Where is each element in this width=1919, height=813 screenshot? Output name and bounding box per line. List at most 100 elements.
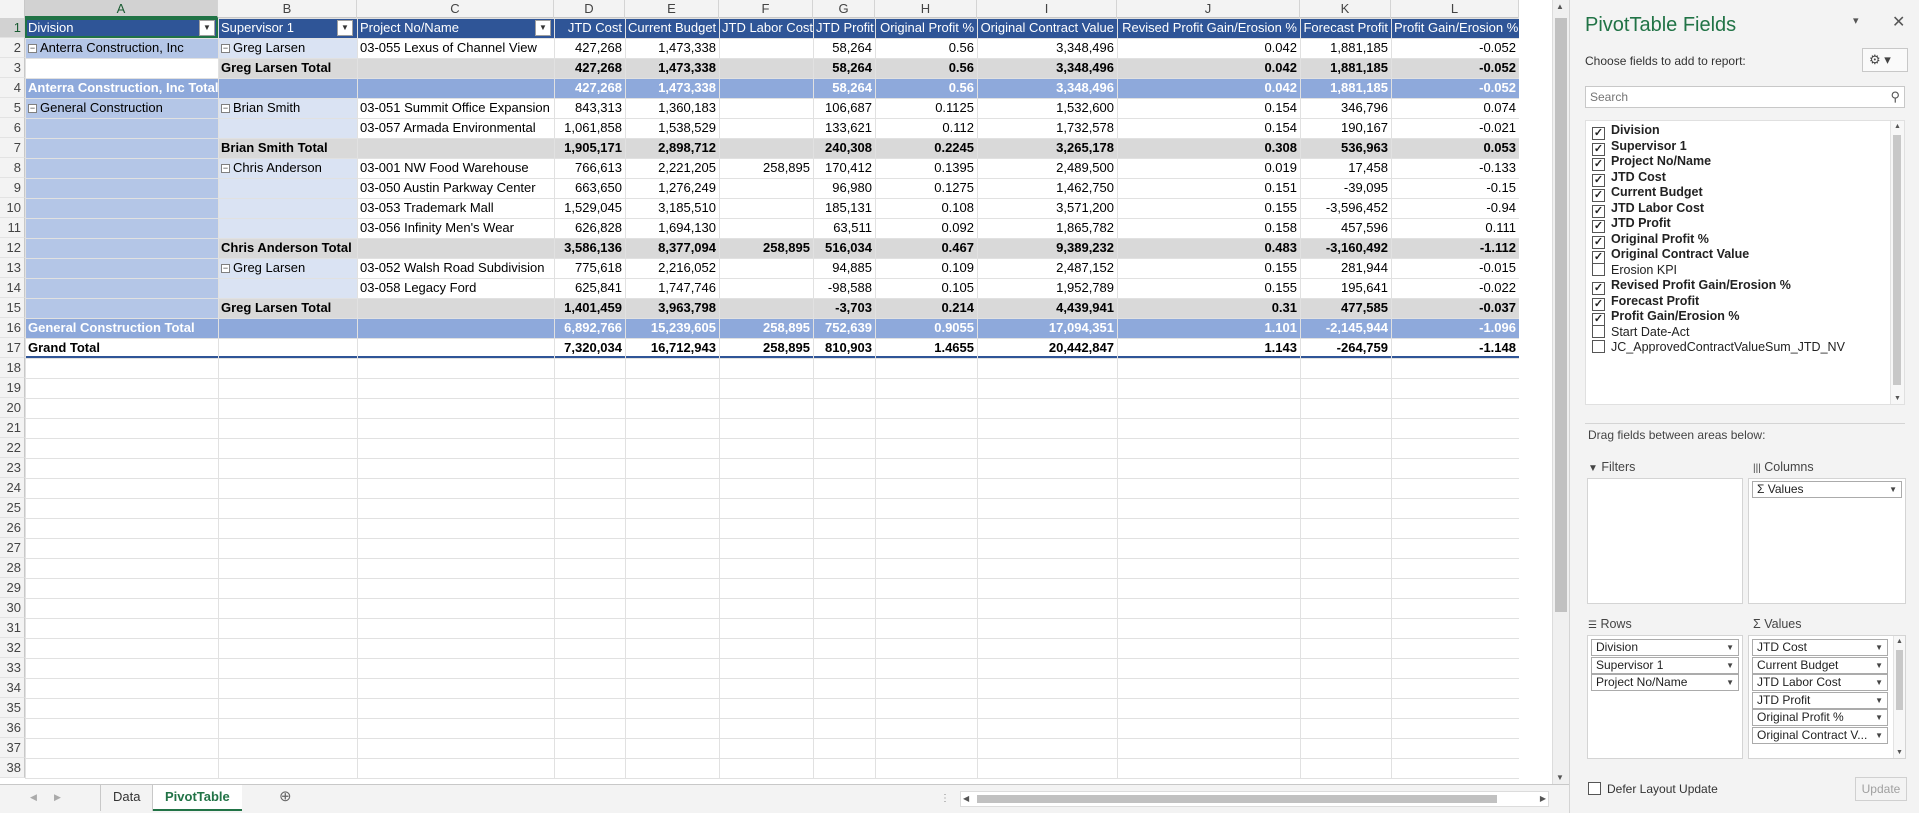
column-header-h[interactable]: H xyxy=(875,0,977,18)
row-header-36[interactable]: 36 xyxy=(0,718,25,738)
spreadsheet-grid[interactable]: ABCDEFGHIJKL Division Supervisor 1 Project… xyxy=(0,0,1519,784)
split-handle-icon[interactable]: ⋮ xyxy=(940,793,950,804)
field-search-box[interactable]: ⚲ xyxy=(1585,86,1905,108)
collapse-toggle-icon[interactable]: − xyxy=(221,264,230,274)
row-header-27[interactable]: 27 xyxy=(0,538,25,558)
pane-options-chevron-icon[interactable]: ▾ xyxy=(1853,14,1859,27)
values-scroll-up-icon[interactable]: ▲ xyxy=(1896,638,1903,645)
chevron-down-icon[interactable]: ▼ xyxy=(1726,658,1734,673)
chevron-down-icon[interactable]: ▼ xyxy=(1875,675,1883,690)
values-scroll-thumb[interactable] xyxy=(1896,650,1903,710)
values-drop-area[interactable]: JTD Cost ▼ Current Budget ▼ JTD Labor Cost ▼ J… xyxy=(1748,635,1906,759)
scrollbar-thumb[interactable] xyxy=(1555,18,1567,612)
filter-dropdown-icon[interactable]: ▼ xyxy=(199,20,215,36)
chevron-down-icon[interactable]: ▼ xyxy=(1889,482,1897,497)
horizontal-scrollbar[interactable]: ◀ ▶ xyxy=(960,791,1549,807)
scroll-down-arrow-icon[interactable]: ▼ xyxy=(1556,773,1564,782)
row-header-8[interactable]: 8 xyxy=(0,158,25,178)
columns-drop-area[interactable]: Σ Values ▼ xyxy=(1748,478,1906,604)
column-header-g[interactable]: G xyxy=(813,0,875,18)
header-orig-profit-pct[interactable]: Original Profit % xyxy=(875,18,977,38)
row-header-28[interactable]: 28 xyxy=(0,558,25,578)
header-forecast-profit[interactable]: Forecast Profit xyxy=(1300,18,1391,38)
unchecked-checkbox-icon[interactable] xyxy=(1592,262,1605,276)
row-header-34[interactable]: 34 xyxy=(0,678,25,698)
row-header-17[interactable]: 17 xyxy=(0,338,25,358)
values-scroll-down-icon[interactable]: ▼ xyxy=(1896,749,1903,756)
defer-layout-update-checkbox[interactable]: Defer Layout Update xyxy=(1588,782,1718,796)
columns-values-chip[interactable]: Σ Values ▼ xyxy=(1752,481,1902,498)
field-list-scrollbar[interactable]: ▲ ▼ xyxy=(1890,121,1904,404)
next-sheet-arrow-icon[interactable]: ▶ xyxy=(42,785,73,811)
header-project[interactable]: Project No/Name xyxy=(357,18,554,38)
field-search-input[interactable] xyxy=(1590,88,1870,106)
row-header-12[interactable]: 12 xyxy=(0,238,25,258)
column-header-b[interactable]: B xyxy=(218,0,357,18)
column-header-j[interactable]: J xyxy=(1117,0,1300,18)
header-orig-contract[interactable]: Original Contract Value xyxy=(977,18,1117,38)
collapse-toggle-icon[interactable]: − xyxy=(221,44,230,54)
header-jtd-profit[interactable]: JTD Profit xyxy=(813,18,875,38)
values-chip-current-budget[interactable]: Current Budget ▼ xyxy=(1752,656,1888,674)
row-header-4[interactable]: 4 xyxy=(0,78,25,98)
search-icon[interactable]: ⚲ xyxy=(1890,89,1900,105)
chevron-down-icon[interactable]: ▼ xyxy=(1875,658,1883,673)
values-chip-original-profit-[interactable]: Original Profit % ▼ xyxy=(1752,709,1888,726)
row-header-21[interactable]: 21 xyxy=(0,418,25,438)
tab-data[interactable]: Data xyxy=(100,785,154,811)
field-scroll-up-icon[interactable]: ▲ xyxy=(1894,123,1901,130)
row-header-37[interactable]: 37 xyxy=(0,738,25,758)
row-header-1[interactable]: 1 xyxy=(0,18,25,38)
column-header-d[interactable]: D xyxy=(554,0,625,18)
row-header-22[interactable]: 22 xyxy=(0,438,25,458)
row-header-11[interactable]: 11 xyxy=(0,218,25,238)
row-header-15[interactable]: 15 xyxy=(0,298,25,318)
row-header-29[interactable]: 29 xyxy=(0,578,25,598)
close-icon[interactable]: ✕ xyxy=(1892,12,1905,32)
scroll-right-arrow-icon[interactable]: ▶ xyxy=(1540,794,1546,803)
column-header-c[interactable]: C xyxy=(357,0,554,18)
header-jtd-labor[interactable]: JTD Labor Cost xyxy=(719,18,813,38)
unchecked-checkbox-icon[interactable] xyxy=(1592,340,1605,353)
column-header-l[interactable]: L xyxy=(1391,0,1519,18)
field-scroll-thumb[interactable] xyxy=(1893,135,1901,385)
filters-drop-area[interactable] xyxy=(1587,478,1743,604)
values-chip-jtd-cost[interactable]: JTD Cost ▼ xyxy=(1752,639,1888,656)
column-header-i[interactable]: I xyxy=(977,0,1117,18)
column-header-a[interactable]: A xyxy=(25,0,218,18)
collapse-toggle-icon[interactable]: − xyxy=(28,44,37,54)
row-header-23[interactable]: 23 xyxy=(0,458,25,478)
chevron-down-icon[interactable]: ▼ xyxy=(1726,675,1734,690)
collapse-toggle-icon[interactable]: − xyxy=(28,104,37,114)
chevron-down-icon[interactable]: ▼ xyxy=(1875,693,1883,708)
values-chip-original-contract-v-[interactable]: Original Contract V... ▼ xyxy=(1752,726,1888,744)
add-sheet-icon[interactable]: ⊕ xyxy=(267,785,304,811)
column-header-f[interactable]: F xyxy=(719,0,813,18)
row-header-30[interactable]: 30 xyxy=(0,598,25,618)
rows-drop-area[interactable]: Division ▼ Supervisor 1 ▼ Project No/Name ▼ xyxy=(1587,635,1743,759)
row-header-33[interactable]: 33 xyxy=(0,658,25,678)
hscrollbar-thumb[interactable] xyxy=(977,795,1497,803)
row-header-14[interactable]: 14 xyxy=(0,278,25,298)
row-header-16[interactable]: 16 xyxy=(0,318,25,338)
scroll-up-arrow-icon[interactable]: ▲ xyxy=(1556,2,1564,11)
rows-chip-supervisor-1[interactable]: Supervisor 1 ▼ xyxy=(1591,656,1739,674)
row-header-3[interactable]: 3 xyxy=(0,58,25,78)
checkbox-icon[interactable] xyxy=(1588,782,1601,795)
vertical-scrollbar[interactable]: ▲ ▼ xyxy=(1552,0,1569,784)
column-header-e[interactable]: E xyxy=(625,0,719,18)
field-item-jc-approvedcontractvaluesum-jtd-nv[interactable]: JC_ApprovedContractValueSum_JTD_NV xyxy=(1592,338,1845,357)
rows-chip-division[interactable]: Division ▼ xyxy=(1591,639,1739,656)
row-header-10[interactable]: 10 xyxy=(0,198,25,218)
active-cell-border[interactable] xyxy=(25,18,218,38)
unchecked-checkbox-icon[interactable] xyxy=(1592,324,1605,338)
chevron-down-icon[interactable]: ▼ xyxy=(1726,640,1734,655)
row-header-6[interactable]: 6 xyxy=(0,118,25,138)
update-button[interactable]: Update xyxy=(1855,777,1907,801)
row-header-20[interactable]: 20 xyxy=(0,398,25,418)
collapse-toggle-icon[interactable]: − xyxy=(221,164,230,174)
values-chip-jtd-labor-cost[interactable]: JTD Labor Cost ▼ xyxy=(1752,674,1888,691)
column-header-k[interactable]: K xyxy=(1300,0,1391,18)
row-header-32[interactable]: 32 xyxy=(0,638,25,658)
values-scrollbar[interactable]: ▲ ▼ xyxy=(1893,636,1905,758)
